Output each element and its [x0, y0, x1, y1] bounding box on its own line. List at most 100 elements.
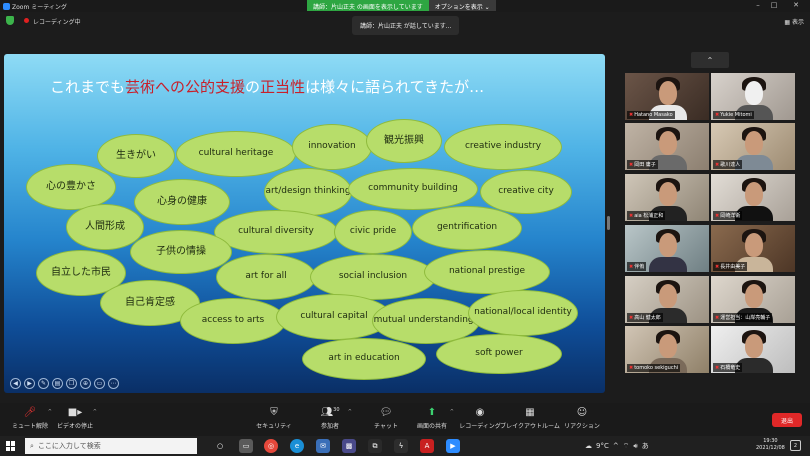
participant-name-tag: ✖ 運営担当：山岸亮輔子 — [713, 313, 773, 322]
participant-name-tag: ✖ aia 松浦正和 — [627, 211, 666, 220]
notification-center-icon[interactable]: 2 — [790, 440, 801, 451]
participant-count: 30 — [333, 407, 340, 413]
mic-muted-icon: ✖ — [715, 112, 720, 118]
participant-tile[interactable]: ✖ tomoko sekiguchi — [625, 326, 709, 373]
view-options-button[interactable]: オプションを表示 ⌄ — [428, 0, 496, 11]
keyword-bubble: art in education — [302, 338, 426, 380]
share-banner: 講師：片山正夫 の画面を表示しています オプションを表示 ⌄ — [307, 0, 496, 11]
unmute-label: ミュート解除 — [11, 423, 48, 430]
zoom-taskbar-icon[interactable]: ▶ — [446, 439, 460, 453]
stop-video-label: ビデオの停止 — [56, 423, 93, 430]
previous-slide-icon[interactable]: ◀ — [10, 378, 21, 389]
participant-tile[interactable]: ✖ 石橋竜史 — [711, 326, 795, 373]
slide-title-part: の — [245, 78, 261, 96]
task-view-icon[interactable]: ○ — [213, 439, 227, 453]
participant-name-tag: ✖ Yukie Mitomi — [713, 111, 754, 119]
participants-label: 参加者 — [320, 423, 339, 430]
participant-tile[interactable]: ✖ 歌川達人 — [711, 123, 795, 170]
slide-title-highlight: 正当性 — [260, 78, 306, 96]
participant-name: 高山 健太郎 — [634, 315, 661, 321]
close-icon[interactable]: ✕ — [790, 1, 802, 9]
breakout-rooms-button[interactable]: ▦ ブレイクアウトルーム — [500, 407, 560, 430]
encryption-shield-icon[interactable] — [6, 16, 14, 25]
participant-tile[interactable]: ✖ 長井由美子 — [711, 225, 795, 272]
teams-icon[interactable]: ▩ — [342, 439, 356, 453]
mic-muted-icon: ✖ — [629, 212, 634, 219]
copy-icon[interactable]: ❐ — [66, 378, 77, 389]
ime-indicator[interactable]: あ — [642, 441, 649, 451]
keyword-bubble: art for all — [216, 254, 316, 300]
network-icon[interactable]: ⌔ — [623, 442, 630, 451]
edge-icon[interactable]: e — [290, 439, 304, 453]
chevron-up-icon: ⌃ — [706, 55, 714, 65]
participant-name: 伴侑 — [634, 264, 645, 270]
splitter-handle[interactable] — [607, 216, 610, 230]
participant-name-tag: ✖ 伴侑 — [627, 262, 647, 271]
slides-grid-icon[interactable]: ▤ — [52, 378, 63, 389]
mic-muted-icon: ✖ — [629, 314, 634, 321]
keyword-bubble: innovation — [292, 124, 372, 170]
weather-temperature[interactable]: 9°C — [596, 442, 609, 450]
participant-name-tag: ✖ tomoko sekiguchi — [627, 364, 681, 372]
mic-muted-icon: ✖ — [715, 212, 720, 219]
acrobat-icon[interactable]: A — [420, 439, 434, 453]
volume-icon[interactable]: 🔊︎ — [633, 442, 637, 451]
keyword-bubble: 子供の情操 — [130, 230, 232, 274]
chrome-icon[interactable]: ◎ — [264, 439, 278, 453]
taskbar-search-box[interactable]: ⌕ ここに入力して検索 — [25, 438, 197, 454]
participant-name-tag: ✖ 石橋竜史 — [713, 363, 743, 372]
weather-icon[interactable]: ☁ — [585, 442, 592, 450]
zoom-slide-icon[interactable]: ⊕ — [80, 378, 91, 389]
participant-tile[interactable]: ✖ Yukie Mitomi — [711, 73, 795, 120]
system-tray: ☁ 9°C ^ ⌔ 🔊︎ あ — [585, 441, 649, 451]
participant-tile[interactable]: ✖ 岡田 庸子 — [625, 123, 709, 170]
next-slide-icon[interactable]: ▶ — [24, 378, 35, 389]
keyword-bubble: civic pride — [334, 210, 412, 254]
view-toggle[interactable]: ▦ 表示 — [784, 17, 804, 26]
participant-name: tomoko sekiguchi — [634, 365, 679, 371]
reactions-button[interactable]: ☺ リアクション — [552, 407, 612, 430]
keyword-bubble: national prestige — [424, 250, 550, 294]
participant-name: 長井由美子 — [720, 264, 746, 270]
recording-dot-icon — [24, 18, 29, 23]
app-bolt-icon[interactable]: ϟ — [394, 439, 408, 453]
clock-time: 19:30 — [763, 438, 778, 444]
gallery-scroll-up-button[interactable]: ⌃ — [691, 52, 729, 68]
minimize-icon[interactable]: – — [752, 1, 764, 9]
notification-count: 2 — [793, 442, 798, 449]
taskbar-clock[interactable]: 19:30 2021/12/08 — [756, 438, 785, 452]
meeting-toolbar: 🎤︎ ^ ミュート解除 ■▸ ^ ビデオの停止 ⛨ セキュリティ 👥︎30 ^ … — [0, 403, 810, 436]
file-explorer-icon[interactable]: ▭ — [239, 439, 253, 453]
participants-button[interactable]: 👥︎30 ^ 参加者 — [300, 407, 360, 430]
participant-tile[interactable]: ✖ aia 松浦正和 — [625, 174, 709, 221]
keyword-bubble: cultural diversity — [214, 210, 338, 254]
participant-name: aia 松浦正和 — [634, 213, 664, 219]
mail-icon[interactable]: ✉ — [316, 439, 330, 453]
pen-icon[interactable]: ✎ — [38, 378, 49, 389]
slide-title: これまでも芸術への公的支援の正当性は様々に語られてきたが… — [50, 76, 484, 97]
keyword-bubble: 心身の健康 — [134, 179, 230, 225]
participant-tile[interactable]: ✖ 伴侑 — [625, 225, 709, 272]
tray-overflow-chevron-icon[interactable]: ^ — [613, 442, 619, 450]
chevron-up-icon[interactable]: ^ — [348, 409, 352, 415]
participant-name-tag: ✖ 歌川達人 — [713, 160, 743, 169]
participant-tile[interactable]: ✖ Hatano Masako — [625, 73, 709, 120]
maximize-icon[interactable]: □ — [768, 1, 780, 9]
security-button[interactable]: ⛨ セキュリティ — [244, 407, 304, 430]
leave-meeting-button[interactable]: 退出 — [772, 413, 802, 427]
record-label: レコーディング — [459, 423, 501, 430]
participant-tile[interactable]: ✖ 運営担当：山岸亮輔子 — [711, 276, 795, 323]
keyword-bubble: 人間形成 — [66, 204, 144, 250]
participant-tile[interactable]: ✖ 高山 健太郎 — [625, 276, 709, 323]
active-speaker-notice: 講師：片山正夫 が話しています... — [352, 16, 460, 35]
chevron-up-icon[interactable]: ^ — [93, 409, 97, 415]
more-options-icon[interactable]: ⋯ — [108, 378, 119, 389]
zoom-logo-icon — [3, 3, 10, 10]
windows-start-icon[interactable] — [6, 441, 16, 451]
stop-video-button[interactable]: ■▸ ^ ビデオの停止 — [45, 407, 105, 430]
mic-muted-icon: ✖ — [715, 263, 720, 270]
participant-tile[interactable]: ✖ 岡崎洋衛 — [711, 174, 795, 221]
store-icon[interactable]: ⧉ — [368, 439, 382, 453]
keyword-bubble: national/local identity — [468, 290, 578, 336]
subtitle-icon[interactable]: ▭ — [94, 378, 105, 389]
